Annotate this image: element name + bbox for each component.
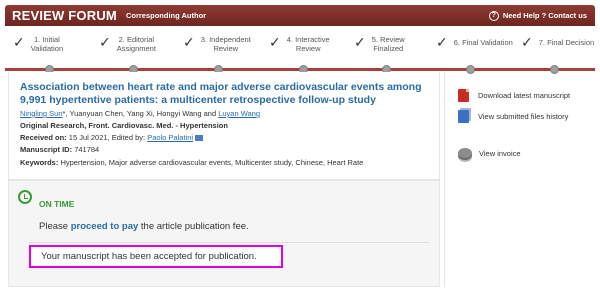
check-icon: ✓ xyxy=(183,35,195,51)
help-label: Need Help ? Contact us xyxy=(502,11,587,20)
step-final-decision: ✓ 7. Final Decision xyxy=(521,35,595,51)
top-header-bar: REVIEW FORUM Corresponding Author ? Need… xyxy=(5,5,595,26)
author-link[interactable]: Luyan Wang xyxy=(218,109,260,118)
payment-message: Please proceed to pay the article public… xyxy=(39,221,249,232)
download-manuscript-link[interactable]: Download latest manuscript xyxy=(458,89,570,102)
actions-sidebar: Download latest manuscript View submitte… xyxy=(444,72,595,287)
author-link[interactable]: Ningling Sun xyxy=(20,109,63,118)
manuscript-title[interactable]: Association between heart rate and major… xyxy=(20,81,430,106)
question-circle-icon: ? xyxy=(488,10,499,21)
view-files-history-link[interactable]: View submitted files history xyxy=(458,110,568,123)
brand-title: REVIEW FORUM xyxy=(12,8,117,23)
step-review-finalized: ✓ 5. Review Finalized xyxy=(354,35,405,53)
check-icon: ✓ xyxy=(521,35,533,51)
step-interactive-review: ✓ 4. Interactive Review xyxy=(269,35,330,53)
coins-icon xyxy=(458,148,472,158)
author-names: , Yuanyuan Chen, Yang Xi, Hongyi Wang an… xyxy=(65,109,217,118)
editor-link[interactable]: Paolo Palatini xyxy=(147,133,193,142)
check-icon: ✓ xyxy=(269,35,281,51)
acceptance-message: Your manuscript has been accepted for pu… xyxy=(29,245,283,268)
step-initial-validation: ✓ 1. Initial Validation xyxy=(13,35,64,53)
help-contact-link[interactable]: ? Need Help ? Contact us xyxy=(488,10,587,21)
step-independent-review: ✓ 3. Independent Review xyxy=(183,35,251,53)
step-editorial-assignment: ✓ 2. Editorial Assignment xyxy=(99,35,156,53)
status-panel: ON TIME Please proceed to pay the articl… xyxy=(8,180,440,287)
author-list: Ningling Sun*, Yuanyuan Chen, Yang Xi, H… xyxy=(20,109,261,118)
pdf-icon xyxy=(458,89,469,102)
step-final-validation: ✓ 6. Final Validation xyxy=(436,35,513,51)
article-type: Original Research, Front. Cardiovasc. Me… xyxy=(20,121,228,130)
check-icon: ✓ xyxy=(13,35,25,51)
clock-icon xyxy=(18,190,32,204)
proceed-to-pay-link[interactable]: proceed to pay xyxy=(71,221,139,232)
user-role: Corresponding Author xyxy=(125,11,207,20)
divider xyxy=(29,242,429,243)
manuscript-id: Manuscript ID: 741784 xyxy=(20,145,100,154)
view-invoice-link[interactable]: View invoice xyxy=(458,148,521,158)
mail-icon[interactable] xyxy=(195,135,204,142)
files-icon xyxy=(458,110,469,123)
keywords: Keywords: Hypertension, Major adverse ca… xyxy=(20,158,364,167)
received-line: Received on: 15 Jul 2021, Edited by: Pao… xyxy=(20,133,204,142)
check-icon: ✓ xyxy=(354,35,366,51)
manuscript-card: Association between heart rate and major… xyxy=(8,72,440,180)
check-icon: ✓ xyxy=(99,35,111,51)
check-icon: ✓ xyxy=(436,35,448,51)
status-badge: ON TIME xyxy=(39,199,75,209)
